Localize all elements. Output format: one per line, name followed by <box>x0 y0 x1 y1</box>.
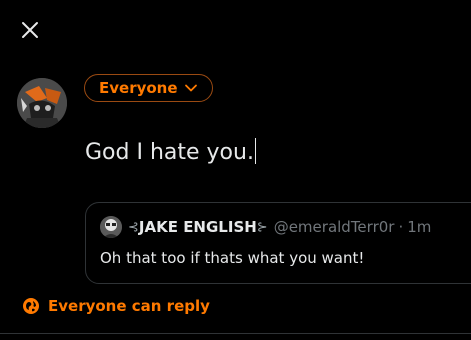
globe-icon <box>23 298 39 314</box>
divider <box>0 333 471 334</box>
compose-textarea[interactable]: God I hate you. <box>85 138 256 165</box>
quoted-post-handle: @emeraldTerr0r <box>273 218 395 236</box>
close-icon <box>22 22 38 38</box>
avatar[interactable] <box>17 78 67 128</box>
audience-selector[interactable]: Everyone <box>84 74 213 102</box>
quoted-post-header: ⊰ JAKE ENGLISH ⊱ @emeraldTerr0r · 1m <box>100 216 431 238</box>
name-suffix-symbol: ⊱ <box>256 219 268 235</box>
name-prefix-symbol: ⊰ <box>128 219 139 235</box>
reply-setting-button[interactable]: Everyone can reply <box>22 297 210 315</box>
compose-text: God I hate you. <box>85 140 254 165</box>
close-button[interactable] <box>13 13 47 47</box>
quoted-post-avatar <box>100 216 122 238</box>
quoted-post-time: 1m <box>407 218 432 236</box>
quoted-post[interactable]: ⊰ JAKE ENGLISH ⊱ @emeraldTerr0r · 1m Oh … <box>85 202 471 284</box>
quoted-post-text: Oh that too if thats what you want! <box>100 249 365 267</box>
text-caret <box>254 138 256 164</box>
quoted-post-name: JAKE ENGLISH <box>138 218 257 236</box>
separator-dot: · <box>398 218 404 236</box>
reply-setting-label: Everyone can reply <box>48 297 210 315</box>
chevron-down-icon <box>184 84 197 92</box>
audience-label: Everyone <box>99 79 178 97</box>
